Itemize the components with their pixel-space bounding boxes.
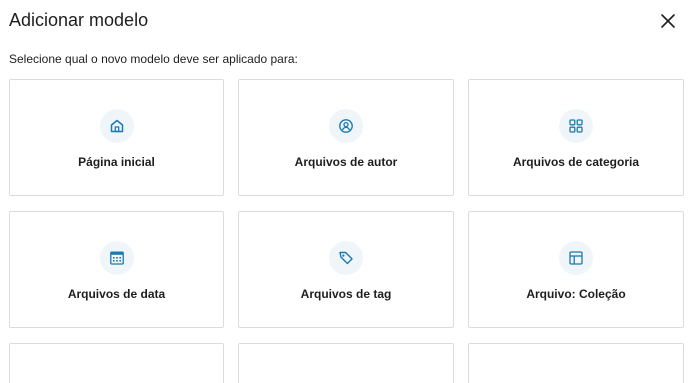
template-icon-circle	[559, 241, 593, 275]
template-card-label: Arquivos de tag	[300, 287, 392, 301]
template-icon-circle	[329, 241, 363, 275]
template-card-partial[interactable]	[238, 343, 454, 383]
tag-icon	[337, 249, 355, 267]
template-card-collection[interactable]: Arquivo: Coleção	[468, 211, 684, 328]
category-icon	[567, 117, 585, 135]
template-card-date[interactable]: Arquivos de data	[9, 211, 224, 328]
template-card-home[interactable]: Página inicial	[9, 79, 224, 196]
template-card-label: Arquivos de categoria	[512, 155, 640, 169]
template-icon-circle	[329, 109, 363, 143]
template-icon-circle	[559, 109, 593, 143]
template-card-label: Arquivos de data	[67, 287, 166, 301]
template-card-partial[interactable]	[468, 343, 684, 383]
template-icon-circle	[99, 109, 134, 143]
template-icon-circle	[99, 241, 134, 275]
modal-title: Adicionar modelo	[9, 10, 149, 30]
calendar-icon	[108, 249, 126, 267]
template-card-label: Arquivo: Coleção	[526, 287, 626, 301]
template-card-tag[interactable]: Arquivos de tag	[238, 211, 454, 328]
close-button[interactable]	[655, 8, 681, 34]
layout-icon	[567, 249, 585, 267]
close-icon	[659, 12, 677, 30]
template-card-category[interactable]: Arquivos de categoria	[468, 79, 684, 196]
template-card-author[interactable]: Arquivos de autor	[238, 79, 454, 196]
template-card-label: Página inicial	[78, 155, 155, 169]
home-icon	[108, 117, 126, 135]
template-grid: Página inicial Arquivos de autor Arquivo…	[9, 79, 684, 383]
modal-subtitle: Selecione qual o novo modelo deve ser ap…	[9, 52, 298, 66]
user-icon	[337, 117, 355, 135]
template-card-partial[interactable]	[9, 343, 224, 383]
template-card-label: Arquivos de autor	[294, 155, 398, 169]
